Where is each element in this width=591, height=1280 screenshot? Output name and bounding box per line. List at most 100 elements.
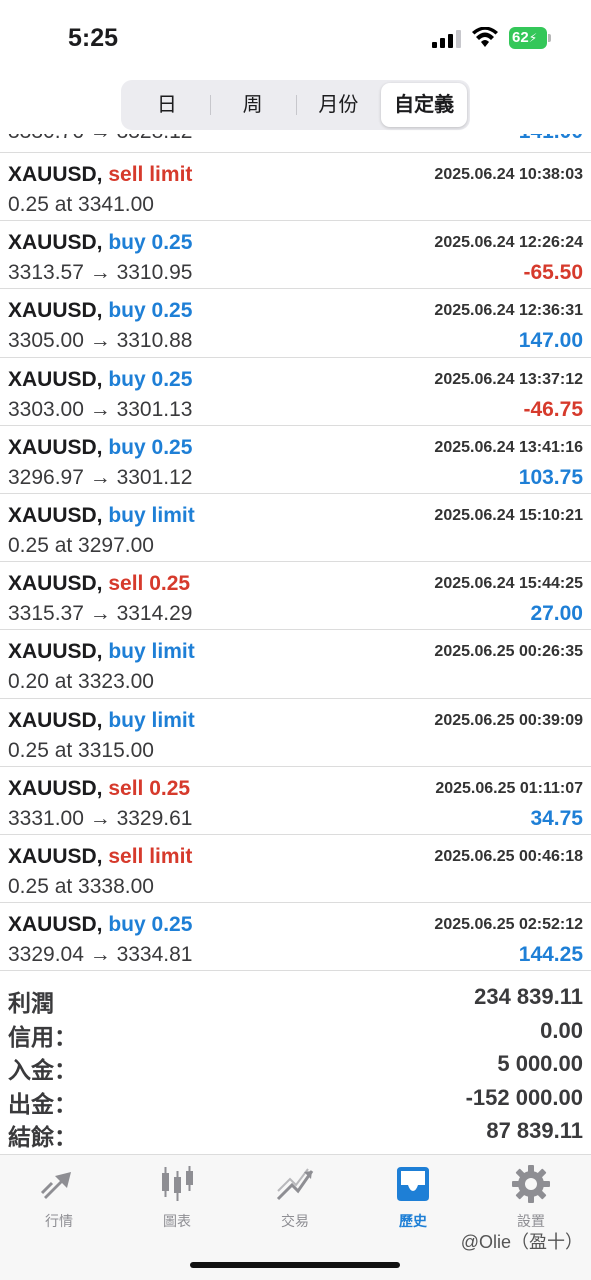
- trade-action: sell limit: [108, 163, 193, 186]
- status-bar: 5:25 62⚡: [0, 0, 591, 76]
- history-icon: [397, 1167, 429, 1201]
- trade-detail: 0.25 at 3338.00: [8, 874, 154, 898]
- tab-quotes[interactable]: 行情: [0, 1163, 118, 1231]
- summary-row: 入金： 5 000.00: [0, 1049, 591, 1083]
- battery-level: 62⚡: [509, 27, 547, 49]
- trade-action: buy limit: [108, 640, 195, 664]
- summary-row: 出金： -152 000.00: [0, 1083, 591, 1117]
- trade-title: XAUUSD, buy 0.25: [8, 299, 192, 323]
- trade-profit: 34.75: [530, 806, 583, 830]
- trade-time: 2025.06.24 15:10:21: [434, 506, 583, 524]
- battery-percent: 62: [512, 29, 529, 46]
- list-item[interactable]: XAUUSD, sell limit 2025.06.25 00:46:18 0.2…: [0, 835, 591, 904]
- trade-title: XAUUSD, sell 0.25: [8, 572, 190, 596]
- summary-row: 結餘： 87 839.11: [0, 1116, 591, 1150]
- segment-week[interactable]: 周: [209, 83, 296, 127]
- trade-detail: 3329.04 → 3334.81: [8, 943, 193, 967]
- trade-action: buy 0.25: [108, 913, 193, 937]
- trade-detail: 0.25 at 3341.00: [8, 193, 154, 216]
- trade-detail: 3331.00 → 3329.61: [8, 806, 193, 830]
- trade-title: XAUUSD, buy 0.25: [8, 231, 192, 255]
- trade-profit: -46.75: [523, 397, 583, 421]
- battery-tip: [548, 34, 551, 42]
- trade-profit: 27.00: [530, 602, 583, 626]
- tab-label: 行情: [45, 1213, 73, 1229]
- list-item[interactable]: XAUUSD, buy limit 2025.06.24 15:10:21 0.25…: [0, 494, 591, 563]
- segment-day[interactable]: 日: [124, 83, 210, 127]
- trade-title: XAUUSD, buy 0.25: [8, 913, 192, 937]
- trade-action: sell limit: [108, 844, 193, 868]
- list-item[interactable]: XAUUSD, buy 0.25 2025.06.25 02:52:12 3329.…: [0, 903, 591, 972]
- trade-symbol: XAUUSD,: [8, 367, 103, 391]
- period-header: 日 周 月份 自定義: [0, 76, 591, 134]
- trade-time: 2025.06.25 02:52:12: [434, 916, 583, 934]
- trade-time: 2025.06.24 12:26:24: [434, 234, 583, 252]
- summary-label: 出金：: [8, 1090, 77, 1117]
- trade-title: XAUUSD, buy limit: [8, 640, 195, 664]
- trade-profit: 147.00: [518, 329, 583, 353]
- tab-chart[interactable]: 圖表: [118, 1163, 236, 1231]
- home-indicator: [190, 1262, 400, 1268]
- trade-time: 2025.06.24 13:37:12: [434, 370, 583, 388]
- trade-detail: 3315.37 → 3314.29: [8, 602, 193, 626]
- trade-title: XAUUSD, sell limit: [8, 845, 192, 869]
- trade-detail: 3313.57 → 3310.95: [8, 261, 193, 285]
- summary-label: 利潤: [8, 990, 54, 1016]
- list-item[interactable]: XAUUSD, buy 0.25 2025.06.24 13:37:12 3303.…: [0, 358, 591, 426]
- trade-action: buy limit: [108, 708, 195, 732]
- trade-time: 2025.06.24 12:36:31: [434, 302, 583, 320]
- trade-action: buy limit: [108, 503, 195, 527]
- trade-title: XAUUSD, sell 0.25: [8, 777, 190, 801]
- trade-detail: 3296.97 → 3301.12: [8, 465, 193, 489]
- trade-action: buy 0.25: [108, 231, 193, 255]
- summary-value: 234 839.11: [474, 984, 583, 1009]
- trade-detail: 3305.00 → 3310.88: [8, 329, 193, 353]
- tab-settings[interactable]: 設置: [472, 1163, 590, 1231]
- trade-symbol: XAUUSD,: [8, 572, 103, 596]
- trade-symbol: XAUUSD,: [8, 844, 103, 868]
- list-item[interactable]: XAUUSD, sell 0.25 2025.06.25 01:11:07 3331…: [0, 767, 591, 835]
- battery-indicator: 62⚡: [509, 27, 551, 49]
- tab-label: 歷史: [399, 1213, 427, 1229]
- tab-history[interactable]: 歷史: [354, 1163, 472, 1231]
- list-item[interactable]: XAUUSD, buy 0.25 2025.06.24 13:41:16 3296.…: [0, 426, 591, 494]
- trade-time: 2025.06.24 15:44:25: [434, 575, 583, 593]
- list-item[interactable]: XAUUSD, sell limit 2025.06.24 10:38:03 0.2…: [0, 153, 591, 222]
- status-time: 5:25: [68, 24, 119, 52]
- trade-time: 2025.06.24 13:41:16: [434, 438, 583, 456]
- list-item[interactable]: XAUUSD, buy 0.25 2025.06.24 12:36:31 3305.…: [0, 289, 591, 358]
- list-item[interactable]: XAUUSD, sell 0.25 2025.06.24 15:44:25 3315…: [0, 562, 591, 631]
- trade-title: XAUUSD, buy 0.25: [8, 368, 192, 392]
- trade-detail: 3303.00 → 3301.13: [8, 397, 193, 421]
- summary-value: 0.00: [540, 1017, 583, 1043]
- trade-title: XAUUSD, buy limit: [8, 504, 195, 528]
- trade-action: sell 0.25: [108, 776, 191, 800]
- trade-action: buy 0.25: [108, 367, 193, 391]
- trade-title: XAUUSD, buy 0.25: [8, 436, 192, 460]
- trade-symbol: XAUUSD,: [8, 640, 103, 664]
- list-item[interactable]: XAUUSD, buy limit 2025.06.25 00:26:35 0.20…: [0, 630, 591, 699]
- trade-symbol: XAUUSD,: [8, 163, 103, 186]
- trade-action: buy 0.25: [108, 299, 193, 323]
- gear-icon: [512, 1165, 550, 1203]
- trade-profit: -65.50: [523, 261, 583, 285]
- tab-trade[interactable]: 交易: [236, 1163, 354, 1231]
- trade-time: 2025.06.25 00:46:18: [434, 847, 583, 865]
- list-item[interactable]: XAUUSD, buy limit 2025.06.25 00:39:09 0.25…: [0, 699, 591, 767]
- summary-value: 5 000.00: [497, 1051, 583, 1076]
- trade-time: 2025.06.25 00:39:09: [434, 711, 583, 729]
- segment-custom[interactable]: 自定義: [381, 83, 467, 127]
- cellular-signal-icon: [432, 30, 461, 48]
- trade-action: buy 0.25: [108, 435, 193, 459]
- summary-value: -152 000.00: [465, 1084, 583, 1110]
- tab-label: 交易: [281, 1213, 309, 1229]
- summary-label: 結餘：: [8, 1124, 77, 1150]
- trade-symbol: XAUUSD,: [8, 776, 103, 800]
- history-list[interactable]: 3330.76 → 3328.12 141.00 XAUUSD, sell li…: [0, 118, 591, 972]
- period-segmented-control: 日 周 月份 自定義: [121, 80, 470, 130]
- segment-month[interactable]: 月份: [295, 83, 382, 127]
- trade-time: 2025.06.25 00:26:35: [434, 643, 583, 661]
- list-item[interactable]: XAUUSD, buy 0.25 2025.06.24 12:26:24 3313.…: [0, 221, 591, 290]
- trade-profit: 103.75: [518, 465, 583, 489]
- trade-symbol: XAUUSD,: [8, 708, 103, 732]
